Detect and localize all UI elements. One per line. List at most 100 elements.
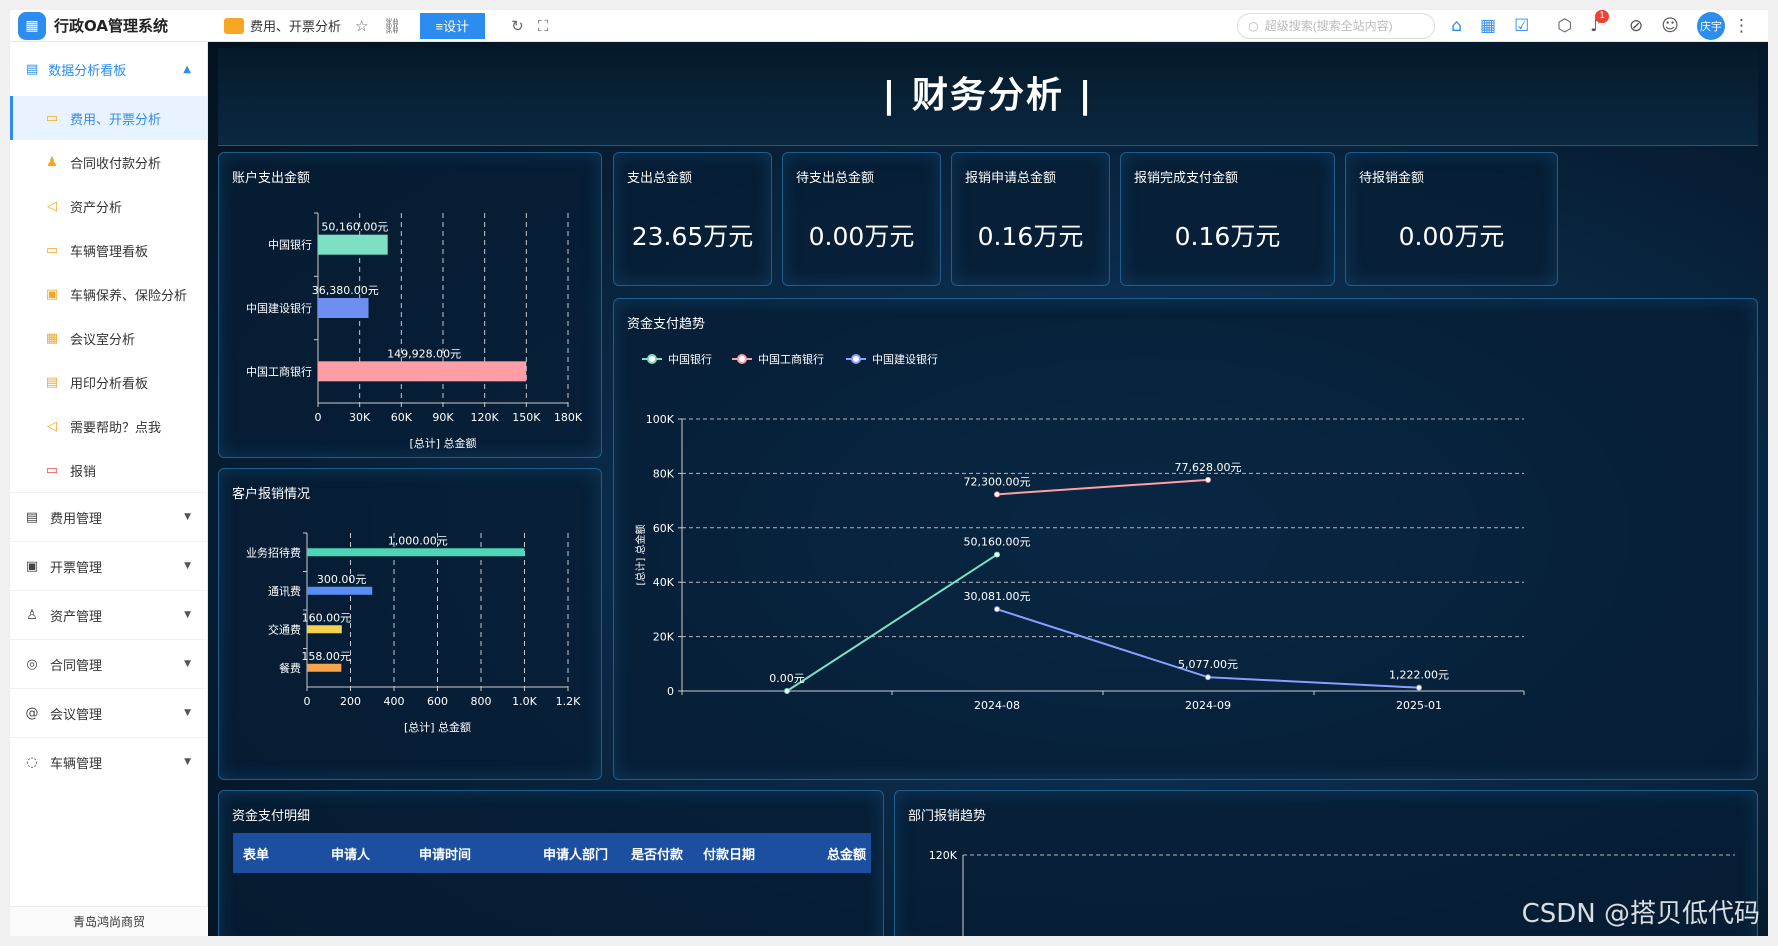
watermark: CSDN @搭贝低代码 bbox=[1521, 899, 1760, 929]
y-tick-label: 40K bbox=[653, 576, 675, 589]
chevron-down-icon: ▼ bbox=[184, 561, 191, 571]
bar-value-label: 160.00元 bbox=[302, 611, 352, 624]
sidebar-menu-5[interactable]: ◌ 车辆管理 ▼ bbox=[10, 737, 207, 786]
sidebar-menu-label: 费用管理 bbox=[50, 511, 103, 527]
sidebar-menu-4[interactable]: @ 会议管理 ▼ bbox=[10, 688, 207, 737]
kpi-card: 待报销金额 0.00万元 bbox=[1345, 152, 1558, 286]
design-button[interactable]: ≡设计 bbox=[419, 12, 486, 39]
x-tick-label: 600 bbox=[427, 695, 448, 708]
data-point bbox=[1205, 674, 1211, 681]
x-axis-label: [总计] 总金额 bbox=[409, 436, 476, 450]
dashboard-title: | 财务分析 | bbox=[882, 75, 1094, 116]
table-header-cell: 表单 bbox=[243, 847, 270, 863]
sidebar-item-6[interactable]: ▤ 用印分析看板 bbox=[10, 360, 207, 404]
category-label: 业务招待费 bbox=[246, 545, 301, 559]
bar bbox=[318, 361, 527, 382]
y-axis-label: [总计] 总金额 bbox=[634, 525, 647, 586]
x-tick-label: 200 bbox=[340, 695, 361, 708]
data-label: 0.00元 bbox=[769, 672, 805, 685]
x-tick-label: 1.0K bbox=[512, 695, 537, 708]
sidebar-item-7[interactable]: ◁ 需要帮助？点我 bbox=[10, 404, 207, 448]
page-title: 费用、开票分析 bbox=[250, 20, 342, 35]
apps-icon[interactable]: ▦ bbox=[1480, 16, 1496, 36]
star-icon[interactable]: ☆ bbox=[355, 17, 368, 35]
notification-badge: 1 bbox=[1595, 10, 1610, 23]
app-window: ▦ 行政OA管理系统 费用、开票分析 ☆ ⛓ ≡设计 ↻ ⛶ ○ ⌂ ▦ ☑ ⬡… bbox=[10, 10, 1768, 936]
y-tick-label: 20K bbox=[653, 631, 675, 644]
compass-icon[interactable]: ⊘ bbox=[1629, 16, 1643, 36]
x-tick-label: 2024-08 bbox=[974, 699, 1020, 712]
current-page-tab[interactable]: 费用、开票分析 bbox=[224, 16, 341, 35]
sidebar-menu-1[interactable]: ▣ 开票管理 ▼ bbox=[10, 541, 207, 590]
oa-logo-icon: ▦ bbox=[18, 11, 46, 40]
kpi-label: 报销申请总金额 bbox=[965, 171, 1057, 186]
bell-icon[interactable]: ♪ 1 bbox=[1590, 10, 1610, 36]
panel-title: 资金支付趋势 bbox=[627, 317, 706, 332]
app-logo[interactable]: ▦ 行政OA管理系统 bbox=[10, 10, 210, 42]
sidebar-menu-0[interactable]: ▤ 费用管理 ▼ bbox=[10, 492, 207, 541]
sidebar-item-1[interactable]: ♟ 合同收付款分析 bbox=[10, 140, 207, 184]
chevron-up-icon: ▲ bbox=[183, 63, 191, 75]
legend-marker bbox=[851, 354, 861, 364]
more-icon[interactable]: ⋮ bbox=[1733, 16, 1750, 36]
sidebar-group-dashboard[interactable]: ▤ 数据分析看板 ▲ bbox=[10, 42, 207, 96]
category-label: 交通费 bbox=[268, 622, 301, 636]
dashboard-header: | 财务分析 | bbox=[218, 48, 1758, 146]
panel-title: 部门报销趋势 bbox=[908, 809, 987, 824]
avatar[interactable]: 庆宇 bbox=[1697, 11, 1725, 40]
account-expense-panel: 账户支出金额 0 30K 60K 90K 120K 150K 180K 中国银行 50,160.… bbox=[218, 152, 602, 458]
data-label: 77,628.00元 bbox=[1175, 461, 1242, 474]
x-tick-label: 2024-09 bbox=[1185, 699, 1231, 712]
sidebar-item-5[interactable]: ▦ 会议室分析 bbox=[10, 316, 207, 360]
app-title: 行政OA管理系统 bbox=[54, 17, 168, 35]
x-tick-label: 30K bbox=[349, 411, 371, 424]
sidebar-menu-2[interactable]: ♙ 资产管理 ▼ bbox=[10, 590, 207, 639]
sidebar-item-0[interactable]: ▭ 费用、开票分析 bbox=[10, 96, 207, 140]
category-label: 中国建设银行 bbox=[246, 301, 312, 315]
x-tick-label: 800 bbox=[471, 695, 492, 708]
megaphone-icon: ◁ bbox=[47, 418, 57, 434]
x-tick-label: 90K bbox=[432, 411, 454, 424]
search-icon: ○ bbox=[1248, 18, 1259, 33]
sidebar-item-label: 车辆管理看板 bbox=[70, 244, 149, 260]
category-label: 中国工商银行 bbox=[246, 364, 312, 378]
chevron-down-icon: ▼ bbox=[184, 659, 191, 669]
sidebar-item-4[interactable]: ▣ 车辆保养、保险分析 bbox=[10, 272, 207, 316]
sidebar-item-8[interactable]: ▭ 报销 bbox=[10, 448, 207, 492]
account-expense-chart: 0 30K 60K 90K 120K 150K 180K 中国银行 50,160.00元中国建设… bbox=[246, 212, 583, 450]
x-tick-label: 1.2K bbox=[556, 695, 581, 708]
chevron-down-icon: ▼ bbox=[184, 708, 191, 718]
user-switch-icon[interactable]: ☺ bbox=[1661, 16, 1679, 36]
search-input[interactable] bbox=[1264, 18, 1425, 33]
kpi-value: 0.00万元 bbox=[808, 222, 915, 251]
global-search[interactable]: ○ bbox=[1237, 12, 1436, 39]
sidebar-item-3[interactable]: ▭ 车辆管理看板 bbox=[10, 228, 207, 272]
x-tick-label: 120K bbox=[471, 411, 500, 424]
link-icon[interactable]: ⛓ bbox=[382, 17, 401, 35]
bar bbox=[318, 298, 369, 318]
panel-title: 账户支出金额 bbox=[232, 171, 311, 186]
hexagon-icon[interactable]: ⬡ bbox=[1557, 16, 1572, 36]
kpi-value: 0.00万元 bbox=[1398, 222, 1505, 251]
chevron-down-icon: ▼ bbox=[184, 610, 191, 620]
task-check-icon[interactable]: ☑ bbox=[1514, 16, 1529, 36]
x-tick-label: 60K bbox=[391, 411, 413, 424]
sidebar-group-label: 数据分析看板 bbox=[48, 63, 127, 79]
fund-trend-chart: 中国银行 中国工商银行 中国建设银行 0 20K 40K 60K 80K 100K 2024-08… bbox=[634, 352, 1525, 712]
bar bbox=[307, 548, 525, 557]
sidebar-menu-label: 开票管理 bbox=[50, 560, 103, 576]
bar-value-label: 300.00元 bbox=[317, 573, 367, 586]
x-tick-label: 150K bbox=[512, 411, 541, 424]
sidebar-item-label: 车辆保养、保险分析 bbox=[70, 288, 188, 304]
sidebar-menu-3[interactable]: ◎ 合同管理 ▼ bbox=[10, 639, 207, 688]
y-tick-label: 60K bbox=[653, 522, 675, 535]
data-label: 30,081.00元 bbox=[964, 590, 1031, 603]
fullscreen-icon[interactable]: ⛶ bbox=[538, 17, 549, 35]
sidebar-item-label: 合同收付款分析 bbox=[70, 156, 162, 172]
document-icon: ▤ bbox=[25, 509, 39, 525]
table-header-cell: 申请人部门 bbox=[543, 847, 609, 863]
kpi-label: 待支出总金额 bbox=[796, 171, 875, 186]
sidebar-item-2[interactable]: ◁ 资产分析 bbox=[10, 184, 207, 228]
home-icon[interactable]: ⌂ bbox=[1451, 16, 1462, 36]
refresh-icon[interactable]: ↻ bbox=[511, 17, 524, 35]
